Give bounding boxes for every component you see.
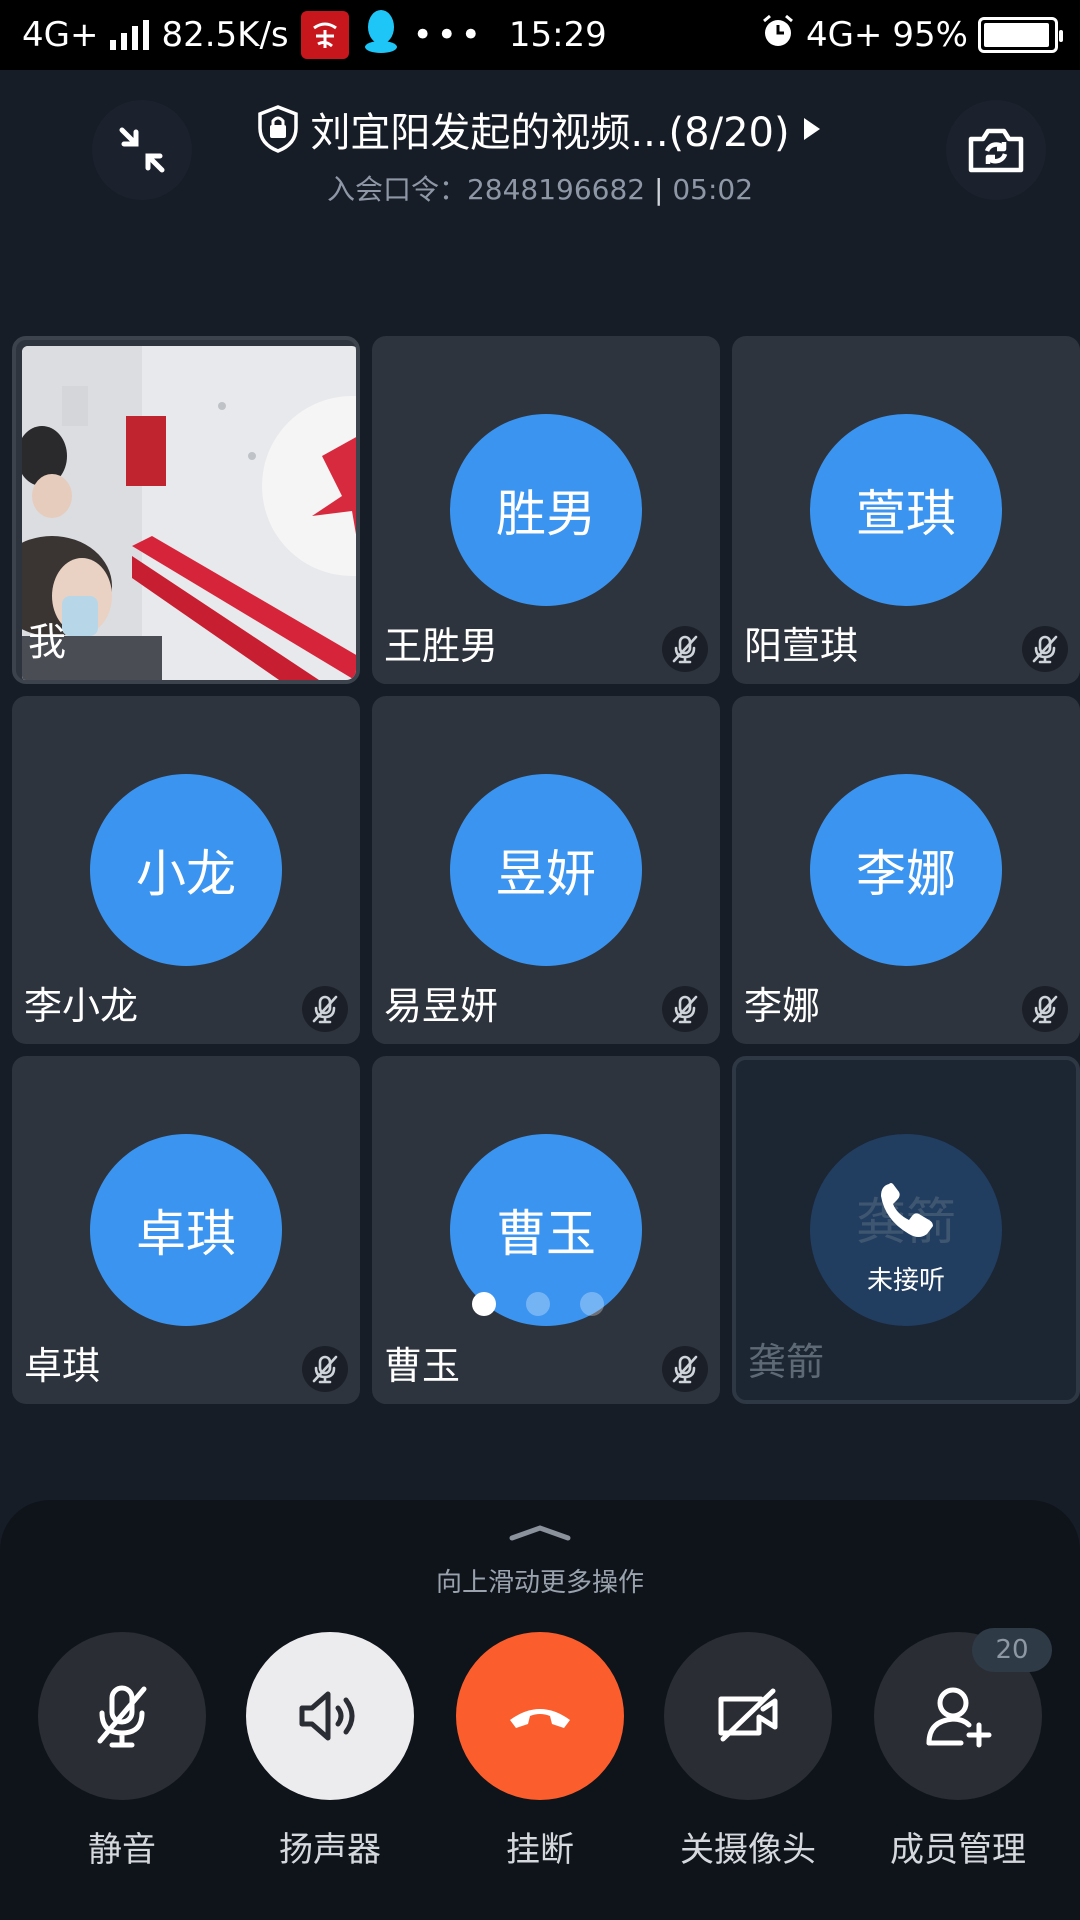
participant-tile[interactable]: 昱妍 易昱妍 xyxy=(372,696,720,1044)
phone-icon xyxy=(881,1183,933,1237)
avatar: 昱妍 xyxy=(450,774,642,966)
camera-off-label: 关摄像头 xyxy=(680,1830,816,1870)
participant-name: 曹玉 xyxy=(384,1344,461,1388)
add-member-icon xyxy=(926,1687,992,1748)
xuexi-app-icon xyxy=(300,11,349,59)
mute-label: 静音 xyxy=(88,1830,156,1870)
participant-name: 李小龙 xyxy=(24,984,139,1028)
network-type-right: 4G+ xyxy=(805,15,883,55)
participant-tile[interactable]: 卓琪 卓琪 xyxy=(12,1056,360,1404)
avatar: 小龙 xyxy=(90,774,282,966)
mic-muted-icon xyxy=(662,986,708,1032)
control-panel: 向上滑动更多操作 静音 扬声器 挂断 关摄像头 20 成员管理 xyxy=(0,1500,1080,1920)
participant-name: 我 xyxy=(28,620,67,664)
switch-camera-button[interactable] xyxy=(946,100,1046,200)
mic-muted-icon xyxy=(1022,626,1068,672)
minimize-button[interactable] xyxy=(92,100,192,200)
camera-control[interactable]: 关摄像头 xyxy=(664,1632,832,1871)
mic-muted-icon xyxy=(302,1346,348,1392)
call-duration: 05:02 xyxy=(672,173,754,206)
page-dot[interactable] xyxy=(580,1292,604,1316)
mic-muted-icon xyxy=(662,1346,708,1392)
lock-shield-icon xyxy=(258,105,299,153)
call-title: 刘宜阳发起的视频...(8/20) xyxy=(310,110,790,156)
participant-name: 王胜男 xyxy=(384,624,499,668)
members-button[interactable]: 20 xyxy=(874,1628,1052,1800)
participant-tile[interactable]: 曹玉 曹玉 xyxy=(372,1056,720,1404)
call-title-area[interactable]: 刘宜阳发起的视频...(8/20) 入会口令：2848196682 | 05:0… xyxy=(240,100,840,208)
switch-camera-icon xyxy=(968,128,1024,173)
swipe-hint: 向上滑动更多操作 xyxy=(435,1568,644,1598)
participant-name: 易昱妍 xyxy=(384,984,499,1028)
battery-percent: 95% xyxy=(892,15,968,55)
participant-name: 李娜 xyxy=(744,984,821,1028)
member-count-badge: 20 xyxy=(972,1628,1052,1672)
camera-off-icon xyxy=(718,1688,778,1742)
mute-control[interactable]: 静音 xyxy=(38,1632,206,1871)
call-header: 刘宜阳发起的视频...(8/20) 入会口令：2848196682 | 05:0… xyxy=(0,70,1080,220)
mic-off-icon xyxy=(97,1685,147,1748)
participant-tile[interactable]: 萱琪 阳萱琪 xyxy=(732,336,1080,684)
members-label: 成员管理 xyxy=(890,1830,1026,1870)
avatar: 卓琪 xyxy=(90,1134,282,1326)
self-video-preview xyxy=(22,346,356,680)
divider: | xyxy=(654,173,673,206)
clock: 15:29 xyxy=(508,15,607,55)
participant-name: 卓琪 xyxy=(24,1344,101,1388)
avatar: 龚箭 未接听 xyxy=(810,1134,1002,1326)
page-dot-active[interactable] xyxy=(472,1292,496,1316)
hangup-button[interactable] xyxy=(456,1632,624,1800)
participant-tile-self[interactable]: 我 xyxy=(12,336,360,684)
hangup-phone-icon xyxy=(510,1709,570,1728)
qq-icon xyxy=(361,7,401,64)
members-control[interactable]: 20 成员管理 xyxy=(874,1628,1052,1871)
battery-icon xyxy=(978,17,1063,53)
speaker-label: 扬声器 xyxy=(279,1830,381,1870)
page-indicator[interactable] xyxy=(472,1292,604,1316)
hangup-control[interactable]: 挂断 xyxy=(456,1632,624,1871)
avatar: 胜男 xyxy=(450,414,642,606)
collapse-icon xyxy=(119,127,165,173)
hangup-label: 挂断 xyxy=(506,1830,574,1870)
page-dot[interactable] xyxy=(526,1292,550,1316)
speaker-button[interactable] xyxy=(246,1632,414,1800)
status-bar: 4G+ 82.5K/s ••• 15:29 4G+ 95% xyxy=(0,0,1080,70)
play-arrow-icon xyxy=(803,118,820,140)
mic-muted-icon xyxy=(662,626,708,672)
meeting-code: 入会口令：2848196682 xyxy=(326,173,646,206)
mic-muted-icon xyxy=(302,986,348,1032)
network-type: 4G+ xyxy=(22,15,99,55)
mic-muted-icon xyxy=(1022,986,1068,1032)
mute-button[interactable] xyxy=(38,1632,206,1800)
participant-name: 龚箭 xyxy=(748,1340,825,1384)
speaker-control[interactable]: 扬声器 xyxy=(246,1632,414,1871)
avatar: 萱琪 xyxy=(810,414,1002,606)
call-status: 未接听 xyxy=(866,1266,945,1296)
avatar: 李娜 xyxy=(810,774,1002,966)
alarm-icon xyxy=(760,13,796,58)
participant-name: 阳萱琪 xyxy=(744,624,859,668)
participant-tile[interactable]: 李娜 李娜 xyxy=(732,696,1080,1044)
swipe-up-handle-icon[interactable] xyxy=(508,1522,572,1542)
participant-tile[interactable]: 小龙 李小龙 xyxy=(12,696,360,1044)
participant-tile-pending[interactable]: 龚箭 未接听 龚箭 xyxy=(732,1056,1080,1404)
camera-off-button[interactable] xyxy=(664,1632,832,1800)
speaker-icon xyxy=(299,1691,355,1741)
more-icon: ••• xyxy=(412,15,485,55)
signal-icon xyxy=(110,20,150,50)
network-speed: 82.5K/s xyxy=(161,15,289,55)
participant-tile[interactable]: 胜男 王胜男 xyxy=(372,336,720,684)
